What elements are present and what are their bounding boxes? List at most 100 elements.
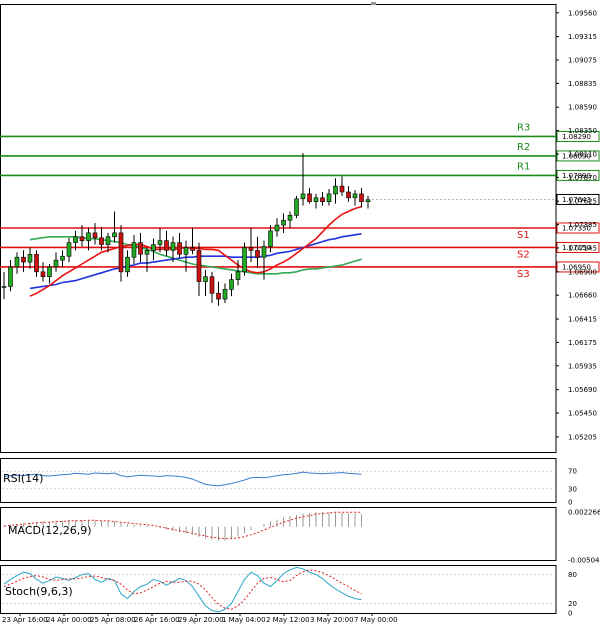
price-tick-label: 1.05205 — [568, 433, 597, 441]
price-tick-label: 1.05935 — [568, 362, 597, 370]
candle-bull — [333, 185, 338, 195]
time-tick-label: 1 May 04:00 — [222, 616, 266, 624]
candle-bull — [170, 242, 176, 251]
candle-bull — [8, 266, 13, 287]
candle-bear — [255, 250, 260, 258]
candle-bull — [144, 250, 150, 255]
candle-bear — [118, 232, 124, 273]
macd-tick-label: 0.002266 — [568, 508, 600, 516]
top-marker — [371, 2, 376, 5]
panel-frame-stoch — [0, 565, 557, 614]
time-tick-label: 29 Apr 20:00 — [178, 616, 224, 624]
time-tick-label: 3 May 20:00 — [310, 616, 354, 624]
candle-bull — [60, 255, 65, 261]
candle-bull — [268, 230, 273, 247]
price-tick-label: 1.09315 — [568, 33, 597, 41]
rsi-tick-label: 70 — [568, 468, 577, 476]
candle-bull — [1, 286, 7, 288]
level-name-r3: R3 — [517, 122, 530, 133]
candle-bear — [248, 247, 254, 251]
candle-bull — [14, 256, 20, 268]
candle-bear — [92, 232, 98, 239]
candle-bear — [164, 240, 169, 251]
panel-frame-rsi — [0, 458, 557, 503]
candle-bull — [242, 247, 247, 273]
candle-bull — [105, 236, 111, 245]
candle-bull — [157, 240, 163, 245]
price-tick-label: 1.08110 — [568, 150, 597, 158]
time-tick-label: 23 Apr 16:00 — [2, 616, 48, 624]
price-tick-label: 1.08835 — [568, 80, 597, 88]
price-tick-label: 1.06660 — [568, 292, 597, 300]
candle-bear — [359, 193, 364, 203]
panel-frames — [0, 2, 557, 614]
candle-bull — [151, 244, 156, 251]
candle-bear — [307, 193, 312, 203]
rsi-label: RSI(14) — [3, 472, 43, 485]
candle-bull — [203, 276, 208, 282]
pivot-levels: R31.08290R21.08090R11.07890S11.07350S21.… — [0, 122, 600, 280]
candle-bull — [274, 224, 280, 232]
macd-tick-label: -0.005046 — [568, 557, 600, 565]
candle-bear — [34, 253, 39, 273]
candle-bull — [27, 253, 33, 263]
time-tick-label: 7 May 00:00 — [354, 616, 398, 624]
candle-bear — [138, 242, 143, 255]
candle-bull — [125, 256, 130, 273]
price-tick-label: 1.08590 — [568, 104, 597, 112]
level-name-s1: S1 — [517, 230, 530, 241]
candle-bear — [320, 197, 325, 203]
price-tick-label: 1.06415 — [568, 316, 597, 324]
candle-bear — [216, 292, 221, 300]
level-name-r2: R2 — [517, 142, 530, 153]
stoch-label: Stoch(9,6,3) — [5, 585, 73, 598]
axis-ticks: 1.09560 1.09315 1.09075 1.08835 1.08590 1.083… — [2, 9, 600, 624]
candle-bull — [222, 289, 228, 300]
price-tick-label: 1.09075 — [568, 57, 597, 65]
candle-bear — [40, 271, 46, 277]
candle-bull — [261, 246, 267, 258]
candle-bull — [365, 199, 371, 203]
price-tick-label: 1.07145 — [568, 244, 597, 252]
candle-bull — [287, 215, 293, 221]
candle-bull — [47, 266, 52, 277]
price-tick-label: 1.06175 — [568, 339, 597, 347]
candle-bear — [190, 247, 195, 251]
time-tick-label: 24 Apr 00:00 — [46, 616, 92, 624]
price-tick-label: 1.06900 — [568, 268, 597, 276]
chart-svg: R31.08290R21.08090R11.07890S11.07350S21.… — [0, 2, 600, 624]
level-name-s2: S2 — [517, 249, 530, 260]
level-name-r1: R1 — [517, 161, 530, 172]
candle-bear — [209, 276, 215, 294]
price-tick-label: 1.08350 — [568, 127, 597, 135]
candle-bull — [53, 259, 59, 268]
candle-bull — [294, 198, 299, 216]
candle-bull — [326, 193, 332, 203]
candle-bear — [177, 242, 182, 255]
candle-bear — [346, 191, 351, 199]
candle-bear — [99, 237, 104, 245]
candle-bull — [313, 197, 319, 203]
candle-bull — [73, 236, 78, 243]
level-name-s3: S3 — [517, 269, 530, 280]
ma-red-line — [29, 205, 362, 297]
macd-label: MACD(12,26,9) — [8, 524, 92, 537]
candle-bull — [300, 193, 306, 200]
time-tick-label: 26 Apr 16:00 — [134, 616, 180, 624]
price-tick-label: 1.07385 — [568, 221, 597, 229]
candle-bull — [235, 271, 241, 280]
candle-bear — [79, 236, 85, 241]
indicators: RSI(14) MACD(12,26,9) Stoch(9,6,3) — [2, 470, 556, 613]
price-tick-label: 1.05690 — [568, 386, 597, 394]
candle-bear — [21, 256, 26, 263]
price-tick-label: 1.09560 — [568, 9, 597, 17]
stoch-tick-label: 80 — [568, 571, 577, 579]
candle-bull — [131, 242, 137, 258]
time-tick-label: 25 Apr 08:00 — [90, 616, 136, 624]
candle-bear — [339, 185, 345, 193]
candle-bull — [183, 247, 189, 255]
candle-bull — [66, 242, 72, 257]
candle-bull — [281, 219, 286, 226]
price-tick-label: 1.07870 — [568, 174, 597, 182]
rsi-tick-label: 0 — [568, 499, 572, 507]
